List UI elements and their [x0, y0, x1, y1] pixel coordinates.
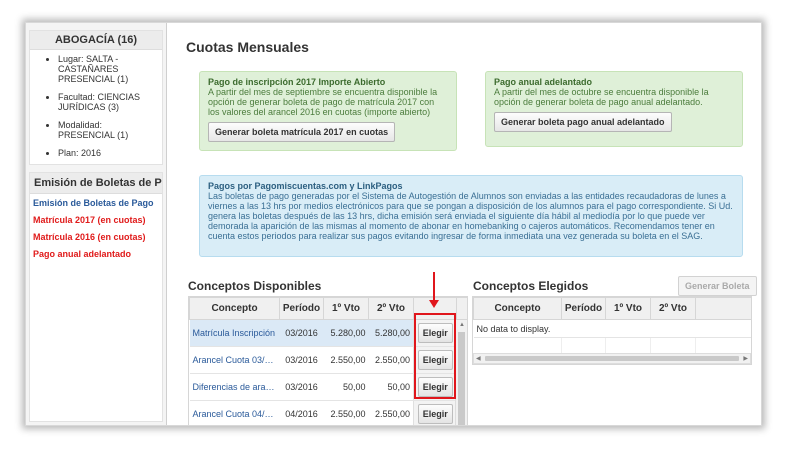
- note-pagos-body: Las boletas de pago generadas por el Sis…: [208, 191, 733, 241]
- elegidos-header-row: Concepto Período 1º Vto 2º Vto: [473, 297, 751, 320]
- col-periodo[interactable]: Período: [279, 297, 324, 320]
- cell-concepto: Diferencias de arancel: [189, 373, 280, 401]
- link-pago-anual[interactable]: Pago anual adelantado: [33, 249, 159, 259]
- payment-menu-panel: Emisión de Boletas de Pago Emisión de Bo…: [29, 172, 163, 422]
- note-anual: Pago anual adelantado A partir del mes d…: [485, 71, 743, 147]
- annotation-highlight-box: [414, 313, 456, 399]
- note-anual-title: Pago anual adelantado: [494, 77, 593, 87]
- cell-vto1: 50,00: [323, 373, 369, 401]
- elegidos-title: Conceptos Elegidos: [473, 279, 589, 293]
- elegir-button[interactable]: Elegir: [417, 404, 453, 424]
- cell-periodo: 03/2016: [279, 373, 324, 401]
- link-emision-boletas[interactable]: Emisión de Boletas de Pago: [33, 198, 159, 208]
- app-window: ABOGACÍA (16) Lugar: SALTA - CASTAÑARES …: [25, 22, 762, 426]
- col-scroll: [456, 297, 467, 320]
- info-lugar: Lugar: SALTA - CASTAÑARES PRESENCIAL (1): [58, 54, 158, 84]
- scroll-up-icon[interactable]: ▲: [459, 322, 465, 328]
- empty-message: No data to display.: [473, 319, 751, 338]
- sidebar: ABOGACÍA (16) Lugar: SALTA - CASTAÑARES …: [26, 23, 167, 425]
- empty-row: No data to display.: [473, 319, 751, 338]
- annotation-arrow-head-icon: [429, 300, 439, 308]
- scroll-thumb[interactable]: [485, 356, 739, 361]
- cell-concepto: Arancel Cuota 03/2016: [189, 346, 280, 374]
- info-facultad: Facultad: CIENCIAS JURÍDICAS (3): [58, 92, 158, 112]
- col-vto1[interactable]: 1º Vto: [605, 297, 651, 320]
- cell-vto2: 50,00: [368, 373, 414, 401]
- generar-anual-button[interactable]: Generar boleta pago anual adelantado: [494, 112, 672, 132]
- cell-concepto: Arancel Cuota 04/2016: [189, 400, 280, 425]
- main-content: Cuotas Mensuales Pago de inscripción 201…: [176, 23, 761, 425]
- col-vto2[interactable]: 2º Vto: [650, 297, 696, 320]
- col-periodo[interactable]: Período: [561, 297, 606, 320]
- cell-vto1: 2.550,00: [323, 346, 369, 374]
- elegidos-grid: Concepto Período 1º Vto 2º Vto No data t…: [472, 296, 752, 365]
- cell-periodo: 04/2016: [279, 400, 324, 425]
- scroll-left-icon[interactable]: ◀: [476, 355, 481, 362]
- cell-vto1: 2.550,00: [323, 400, 369, 425]
- note-pagos-title: Pagos por Pagomiscuentas.com y LinkPagos: [208, 181, 403, 191]
- payment-menu-title: Emisión de Boletas de Pago: [30, 173, 162, 194]
- scroll-right-icon[interactable]: ▶: [743, 355, 748, 362]
- cell-periodo: 03/2016: [279, 319, 324, 347]
- note-matricula-body: A partir del mes de septiembre se encuen…: [208, 87, 438, 117]
- col-vto1[interactable]: 1º Vto: [323, 297, 369, 320]
- cell-periodo: 03/2016: [279, 346, 324, 374]
- table-row[interactable]: Arancel Cuota 04/2016 04/2016 2.550,00 2…: [189, 400, 467, 425]
- payment-menu-links: Emisión de Boletas de Pago Matrícula 201…: [30, 194, 162, 270]
- cell-vto2: 2.550,00: [368, 346, 414, 374]
- cell-vto2: 2.550,00: [368, 400, 414, 425]
- career-title: ABOGACÍA (16): [30, 31, 162, 50]
- note-pagos: Pagos por Pagomiscuentas.com y LinkPagos…: [199, 175, 743, 257]
- note-matricula: Pago de inscripción 2017 Importe Abierto…: [199, 71, 457, 151]
- note-anual-body: A partir del mes de octubre se encuentra…: [494, 87, 709, 107]
- col-vto2[interactable]: 2º Vto: [368, 297, 414, 320]
- cell-action: Elegir: [413, 400, 457, 425]
- cell-concepto: Matrícula Inscripción: [189, 319, 280, 347]
- link-matricula-2017[interactable]: Matrícula 2017 (en cuotas): [33, 215, 159, 225]
- link-matricula-2016[interactable]: Matrícula 2016 (en cuotas): [33, 232, 159, 242]
- info-plan: Plan: 2016: [58, 148, 158, 158]
- col-concepto[interactable]: Concepto: [189, 297, 280, 320]
- cell-vto2: 5.280,00: [368, 319, 414, 347]
- col-concepto[interactable]: Concepto: [473, 297, 562, 320]
- disponibles-title: Conceptos Disponibles: [188, 279, 322, 293]
- annotation-arrow-line: [433, 272, 435, 301]
- career-info-list: Lugar: SALTA - CASTAÑARES PRESENCIAL (1)…: [30, 50, 162, 164]
- generar-boleta-button[interactable]: Generar Boleta: [678, 276, 757, 296]
- disponibles-scrollbar[interactable]: ▲: [455, 320, 467, 425]
- cell-vto1: 5.280,00: [323, 319, 369, 347]
- note-matricula-title: Pago de inscripción 2017 Importe Abierto: [208, 77, 386, 87]
- scroll-thumb[interactable]: [458, 332, 465, 425]
- elegidos-hscrollbar[interactable]: ◀ ▶: [473, 353, 751, 364]
- generar-matricula-button[interactable]: Generar boleta matrícula 2017 en cuotas: [208, 122, 396, 142]
- career-info-panel: ABOGACÍA (16) Lugar: SALTA - CASTAÑARES …: [29, 30, 163, 165]
- page-title: Cuotas Mensuales: [186, 39, 309, 55]
- info-modalidad: Modalidad: PRESENCIAL (1): [58, 120, 158, 140]
